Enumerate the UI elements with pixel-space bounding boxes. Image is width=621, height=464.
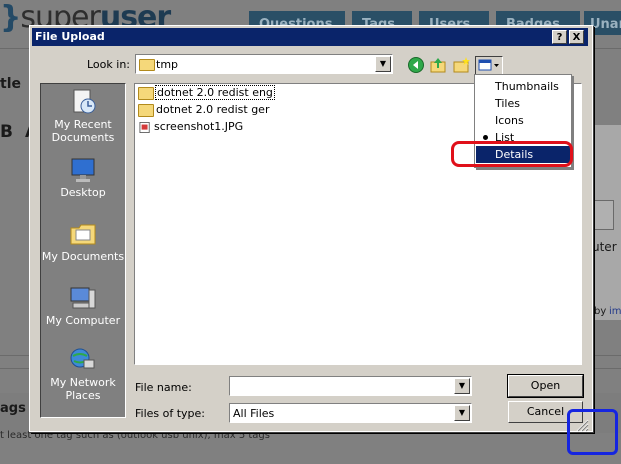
side-text: uter (592, 240, 617, 254)
dialog-title: File Upload (35, 30, 105, 43)
folder-icon (138, 86, 154, 100)
tags-heading: ags (0, 401, 26, 416)
file-name-input[interactable]: ▼ (229, 376, 472, 396)
up-folder-button[interactable] (428, 56, 448, 74)
views-icon (478, 59, 499, 71)
look-in-label: Look in: (87, 58, 130, 71)
file-item-folder[interactable]: dotnet 2.0 redist ger (138, 103, 269, 119)
my-computer-icon (70, 287, 96, 309)
network-places-icon (70, 348, 95, 369)
help-button[interactable]: ? (552, 30, 567, 44)
open-button[interactable]: Open (507, 374, 584, 398)
recent-documents-icon (73, 89, 96, 114)
file-item-image[interactable]: screenshot1.JPG (138, 120, 243, 136)
menu-item-tiles[interactable]: Tiles (476, 95, 570, 112)
image-file-icon (139, 121, 150, 133)
highlight-resize-grip-annotation (567, 409, 618, 455)
place-my-computer[interactable]: My Computer (41, 284, 125, 327)
new-folder-button[interactable] (451, 56, 471, 74)
look-in-select[interactable]: tmp ▼ (135, 54, 393, 74)
menu-item-icons[interactable]: Icons (476, 112, 570, 129)
places-bar: My Recent Documents Desktop My Documents… (40, 83, 126, 418)
menu-item-thumbnails[interactable]: Thumbnails (476, 78, 570, 95)
place-my-network-places[interactable]: My Network Places (41, 346, 125, 402)
file-item-folder[interactable]: dotnet 2.0 redist eng (138, 85, 275, 102)
side-text-by: by (594, 306, 607, 317)
close-button[interactable]: X (569, 30, 584, 44)
folder-icon (139, 59, 155, 71)
look-in-value: tmp (156, 58, 179, 71)
my-documents-icon (70, 224, 96, 245)
bold-button: B (0, 122, 13, 142)
side-link: im (609, 306, 621, 317)
highlight-details-annotation (451, 141, 573, 167)
radio-dot-icon (483, 135, 488, 140)
file-name-label: File name: (135, 381, 192, 394)
files-of-type-select[interactable]: All Files ▼ (229, 403, 472, 423)
desktop-icon (71, 158, 95, 182)
new-folder-icon (453, 57, 470, 73)
dialog-titlebar[interactable]: File Upload ? X (32, 28, 588, 46)
place-desktop[interactable]: Desktop (41, 156, 125, 199)
place-my-documents[interactable]: My Documents (41, 220, 125, 263)
files-of-type-label: Files of type: (135, 407, 206, 420)
views-menu-button[interactable] (475, 56, 503, 75)
folder-icon (138, 103, 154, 117)
chevron-down-icon[interactable]: ▼ (454, 405, 470, 421)
chevron-down-icon[interactable]: ▼ (454, 378, 470, 394)
chevron-down-icon[interactable]: ▼ (375, 56, 391, 72)
title-label: tle (0, 76, 21, 92)
up-folder-icon (430, 58, 446, 73)
back-button[interactable] (406, 56, 426, 74)
back-icon (408, 57, 424, 73)
place-my-recent-documents[interactable]: My Recent Documents (41, 88, 125, 144)
